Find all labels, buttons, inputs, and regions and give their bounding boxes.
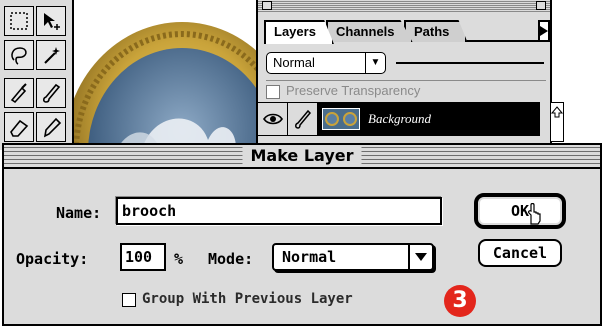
paintbrush-icon[interactable] bbox=[288, 103, 318, 135]
opacity-input[interactable]: 100 bbox=[120, 243, 166, 271]
hand-cursor-icon bbox=[528, 203, 541, 225]
layer-name: Background bbox=[368, 111, 432, 126]
layers-scrollbar[interactable] bbox=[550, 102, 564, 142]
tool-palette bbox=[0, 0, 74, 150]
pencil-tool-icon[interactable] bbox=[36, 112, 66, 142]
palette-menu-arrow-icon[interactable] bbox=[538, 20, 550, 42]
tab-paths[interactable]: Paths bbox=[404, 20, 468, 42]
palette-tabs: Paths Channels Layers bbox=[264, 20, 544, 44]
chevron-down-icon bbox=[408, 245, 432, 269]
group-with-previous-checkbox[interactable] bbox=[122, 293, 136, 307]
blend-mode-value: Normal bbox=[273, 55, 315, 70]
eraser-tool-icon[interactable] bbox=[4, 112, 34, 142]
palette-close-box[interactable] bbox=[262, 1, 272, 10]
ok-button[interactable]: OK bbox=[474, 193, 566, 229]
preserve-transparency-row: Preserve Transparency bbox=[266, 80, 546, 100]
layers-palette: Paths Channels Layers Normal ▼ Preserve … bbox=[256, 0, 564, 150]
preserve-transparency-checkbox[interactable] bbox=[266, 85, 280, 99]
lasso-tool-icon[interactable] bbox=[4, 40, 34, 70]
mode-label: Mode: bbox=[208, 250, 254, 268]
dialog-titlebar[interactable]: Make Layer bbox=[4, 145, 600, 169]
group-with-previous-label: Group With Previous Layer bbox=[142, 291, 353, 307]
dialog-title: Make Layer bbox=[242, 146, 362, 166]
mode-select[interactable]: Normal bbox=[272, 243, 434, 271]
name-label: Name: bbox=[56, 204, 102, 222]
airbrush-tool-icon[interactable] bbox=[4, 78, 34, 108]
mode-value: Normal bbox=[282, 248, 337, 266]
make-layer-dialog: Make Layer Name: brooch OK Opacity: 100 … bbox=[2, 143, 602, 326]
move-tool-icon[interactable] bbox=[36, 6, 66, 36]
eye-icon[interactable] bbox=[258, 103, 288, 135]
name-input[interactable]: brooch bbox=[116, 197, 442, 225]
opacity-slider-track[interactable] bbox=[396, 62, 544, 64]
preserve-transparency-label: Preserve Transparency bbox=[286, 83, 421, 98]
step-number-badge: 3 bbox=[444, 285, 476, 317]
palette-zoom-box[interactable] bbox=[536, 1, 546, 10]
magic-wand-icon[interactable] bbox=[36, 40, 66, 70]
percent-sign: % bbox=[174, 250, 184, 268]
layer-row-background[interactable]: Background bbox=[258, 102, 540, 136]
paintbrush-tool-icon[interactable] bbox=[36, 78, 66, 108]
layer-name-cell[interactable]: Background bbox=[318, 103, 540, 135]
tab-channels[interactable]: Channels bbox=[326, 20, 413, 42]
palette-titlebar[interactable] bbox=[258, 0, 550, 12]
opacity-label: Opacity: bbox=[16, 250, 89, 268]
marquee-tool-icon[interactable] bbox=[4, 6, 34, 36]
tab-layers[interactable]: Layers bbox=[264, 20, 334, 44]
chevron-down-icon: ▼ bbox=[365, 52, 385, 74]
cancel-button[interactable]: Cancel bbox=[478, 239, 562, 267]
layer-thumbnail bbox=[322, 108, 360, 130]
blend-mode-select[interactable]: Normal ▼ bbox=[266, 52, 386, 74]
